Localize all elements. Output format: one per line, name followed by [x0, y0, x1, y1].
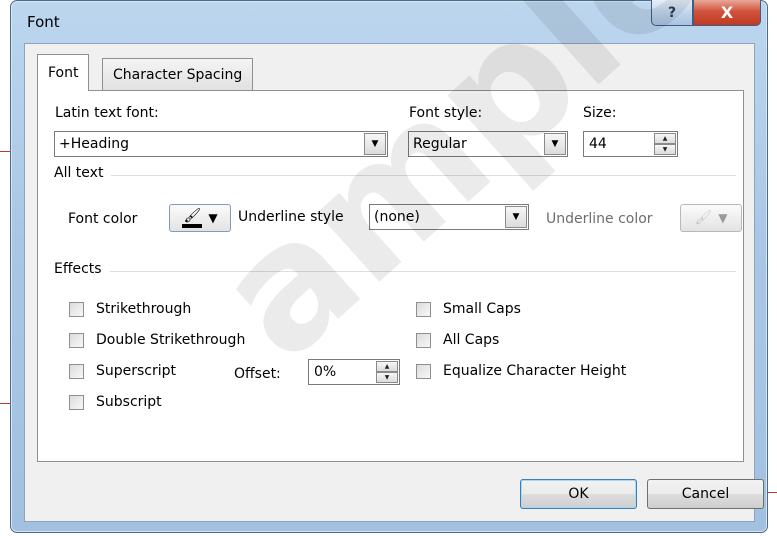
all-caps-label: All Caps [443, 332, 500, 348]
cancel-button[interactable]: Cancel [647, 479, 764, 509]
offset-spin-buttons[interactable]: ▲ ▼ [376, 361, 398, 383]
size-spin-buttons[interactable]: ▲ ▼ [654, 133, 676, 155]
tab-character-spacing[interactable]: Character Spacing [102, 58, 254, 90]
font-dialog: Font ? X Font Character Spacing Latin te… [10, 0, 768, 533]
font-color-label: Font color [68, 211, 138, 227]
ok-button-label: OK [568, 486, 589, 502]
subscript-checkbox[interactable]: Subscript [69, 394, 162, 410]
checkbox-box[interactable] [416, 332, 431, 348]
dialog-client-area: Font Character Spacing Latin text font: … [24, 43, 764, 522]
window-title: Font [27, 13, 60, 31]
chevron-down-icon: ▼ [718, 211, 728, 225]
small-caps-label: Small Caps [443, 301, 521, 317]
checkbox-box[interactable] [416, 301, 431, 317]
latin-text-font-label: Latin text font: [55, 105, 159, 121]
spin-up-icon[interactable]: ▲ [376, 361, 398, 372]
equalize-character-height-checkbox[interactable]: Equalize Character Height [416, 363, 626, 379]
question-icon: ? [667, 4, 677, 21]
all-caps-checkbox[interactable]: All Caps [416, 332, 499, 348]
tab-font-label: Font [48, 65, 79, 81]
title-bar[interactable]: Font ? X [11, 0, 767, 43]
callout-line-latin-font [0, 151, 10, 152]
close-button[interactable]: X [693, 0, 761, 26]
help-button[interactable]: ? [651, 0, 693, 26]
spin-down-icon[interactable]: ▼ [376, 372, 398, 383]
tab-character-spacing-label: Character Spacing [113, 66, 243, 83]
tab-font[interactable]: Font [37, 54, 90, 91]
latin-text-font-combo[interactable]: +Heading ▼ [54, 131, 388, 157]
offset-spinner[interactable]: 0% ▲ ▼ [308, 359, 400, 385]
size-value: 44 [589, 136, 607, 152]
superscript-label: Superscript [96, 363, 177, 379]
size-spinner[interactable]: 44 ▲ ▼ [583, 131, 678, 157]
spin-down-icon[interactable]: ▼ [654, 144, 676, 155]
fill-bucket-icon: 🖌 [182, 209, 203, 228]
effects-separator [54, 271, 736, 272]
fill-bucket-icon: 🖌 [694, 210, 713, 226]
font-style-value: Regular [413, 136, 467, 152]
superscript-checkbox[interactable]: Superscript [69, 363, 176, 379]
offset-value: 0% [314, 364, 337, 380]
all-text-separator [54, 175, 736, 176]
ok-button[interactable]: OK [520, 479, 637, 509]
underline-style-value: (none) [374, 209, 420, 225]
font-style-label: Font style: [409, 105, 483, 121]
small-caps-checkbox[interactable]: Small Caps [416, 301, 521, 317]
chevron-down-icon[interactable]: ▼ [544, 133, 566, 155]
all-text-group-title: All text [54, 165, 112, 181]
strikethrough-label: Strikethrough [96, 301, 192, 317]
double-strikethrough-label: Double Strikethrough [96, 332, 246, 348]
size-label: Size: [583, 105, 617, 121]
checkbox-box[interactable] [69, 301, 84, 317]
strikethrough-checkbox[interactable]: Strikethrough [69, 301, 191, 317]
font-style-combo[interactable]: Regular ▼ [408, 131, 568, 157]
double-strikethrough-checkbox[interactable]: Double Strikethrough [69, 332, 245, 348]
effects-group-title: Effects [54, 261, 110, 277]
underline-color-label: Underline color [546, 211, 653, 227]
latin-text-font-value: +Heading [59, 136, 129, 152]
font-color-button[interactable]: 🖌 ▼ [169, 204, 231, 232]
font-tab-panel: Latin text font: +Heading ▼ Font style: … [37, 90, 744, 462]
checkbox-box[interactable] [69, 363, 84, 379]
underline-style-label: Underline style [238, 209, 344, 225]
chevron-down-icon[interactable]: ▼ [364, 133, 386, 155]
spin-up-icon[interactable]: ▲ [654, 133, 676, 144]
chevron-down-icon[interactable]: ▼ [505, 206, 527, 228]
offset-label: Offset: [234, 366, 281, 382]
checkbox-box[interactable] [416, 363, 431, 379]
callout-line-superscript [0, 403, 10, 404]
equalize-character-height-label: Equalize Character Height [443, 363, 627, 379]
close-icon: X [720, 3, 734, 22]
subscript-label: Subscript [96, 394, 162, 410]
checkbox-box[interactable] [69, 394, 84, 410]
checkbox-box[interactable] [69, 332, 84, 348]
underline-color-button[interactable]: 🖌 ▼ [680, 204, 742, 232]
cancel-button-label: Cancel [681, 486, 730, 502]
chevron-down-icon: ▼ [208, 211, 218, 225]
underline-style-combo[interactable]: (none) ▼ [369, 204, 529, 230]
